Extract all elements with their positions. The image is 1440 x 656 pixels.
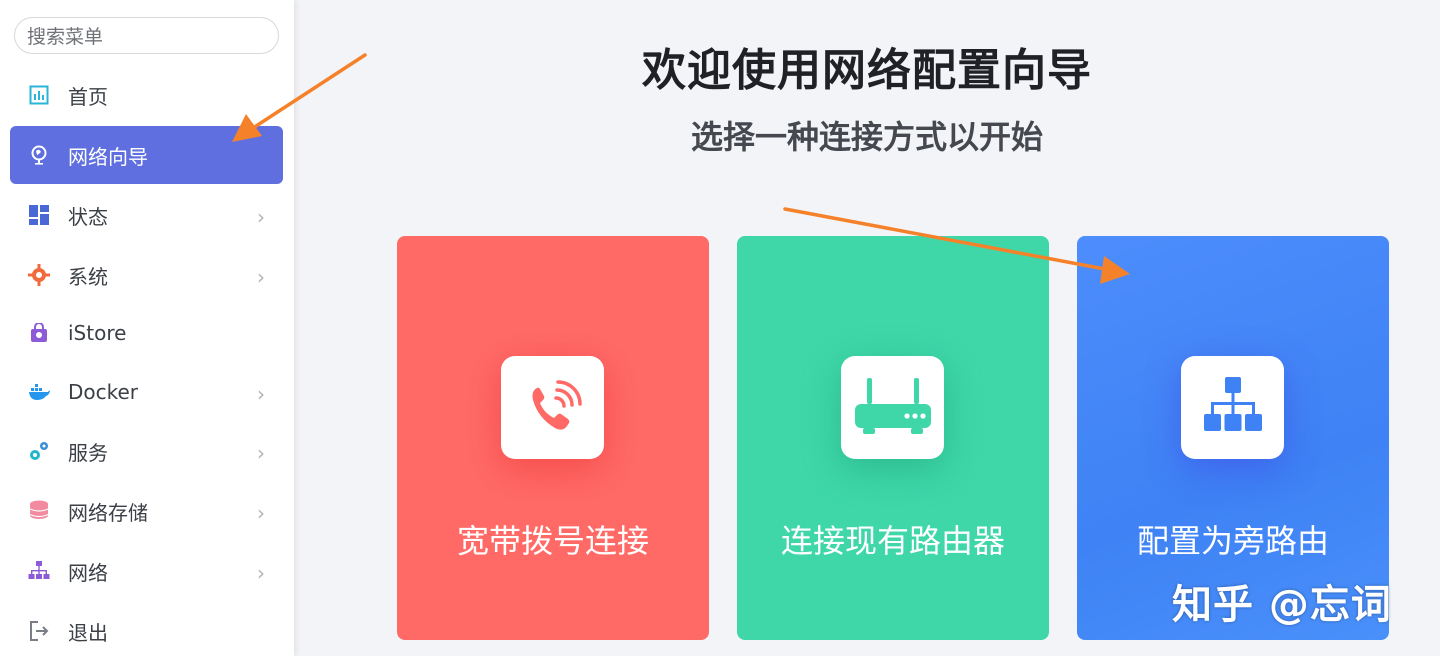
- card-pppoe[interactable]: 宽带拨号连接: [397, 236, 709, 640]
- sidebar-item-label: 网络向导: [68, 144, 148, 169]
- sidebar-item-network[interactable]: 网络 ›: [10, 542, 283, 600]
- gear-icon: [28, 264, 50, 286]
- sidebar-item-network-wizard[interactable]: 网络向导: [10, 126, 283, 184]
- sidebar-item-network-storage[interactable]: 网络存储 ›: [10, 482, 283, 540]
- dashboard-icon: [28, 84, 50, 106]
- sidebar-item-label: 系统: [68, 264, 108, 289]
- sidebar-item-label: 状态: [68, 204, 108, 229]
- sidebar-item-label: Docker: [68, 380, 139, 404]
- card-label: 连接现有路由器: [780, 522, 1005, 560]
- database-icon: [28, 500, 50, 522]
- sidebar-item-status[interactable]: 状态 ›: [10, 186, 283, 244]
- sidebar-item-label: 服务: [68, 440, 108, 465]
- sidebar-item-label: 网络: [68, 560, 108, 585]
- sidebar-item-label: iStore: [68, 321, 127, 345]
- gears-icon: [28, 440, 50, 462]
- chevron-right-icon: ›: [257, 501, 265, 525]
- page-subtitle: 选择一种连接方式以开始: [690, 118, 1043, 156]
- sidebar-item-services[interactable]: 服务 ›: [10, 422, 283, 480]
- sidebar-item-label: 退出: [68, 620, 108, 645]
- network-icon: [28, 560, 50, 582]
- chevron-right-icon: ›: [257, 441, 265, 465]
- grid-icon: [28, 204, 50, 226]
- card-label: 宽带拨号连接: [456, 522, 649, 560]
- docker-icon: [28, 381, 50, 403]
- sidebar-item-istore[interactable]: iStore: [10, 304, 283, 362]
- search-input[interactable]: 搜索菜单: [14, 17, 279, 54]
- globe-icon: [28, 144, 50, 166]
- sidebar-item-label: 网络存储: [68, 500, 148, 525]
- sidebar: 搜索菜单 首页 网络向导 状态 › 系统 › iStore Docker › 服…: [0, 0, 294, 656]
- sidebar-item-logout[interactable]: 退出: [10, 602, 283, 656]
- chevron-right-icon: ›: [257, 561, 265, 585]
- sidebar-item-docker[interactable]: Docker ›: [10, 363, 283, 421]
- card-label: 配置为旁路由: [1136, 522, 1329, 560]
- sidebar-item-home[interactable]: 首页: [10, 66, 283, 124]
- chevron-right-icon: ›: [257, 382, 265, 406]
- phone-icon: [501, 356, 604, 459]
- router-icon: [841, 356, 944, 459]
- logout-icon: [28, 620, 50, 642]
- card-existing-router[interactable]: 连接现有路由器: [737, 236, 1049, 640]
- page-title: 欢迎使用网络配置向导: [642, 45, 1092, 96]
- chevron-right-icon: ›: [257, 265, 265, 289]
- bag-icon: [28, 322, 50, 344]
- sidebar-item-label: 首页: [68, 84, 108, 109]
- sidebar-item-system[interactable]: 系统 ›: [10, 246, 283, 304]
- watermark: 知乎 @忘词: [1172, 582, 1392, 628]
- chevron-right-icon: ›: [257, 205, 265, 229]
- network-tree-icon: [1181, 356, 1284, 459]
